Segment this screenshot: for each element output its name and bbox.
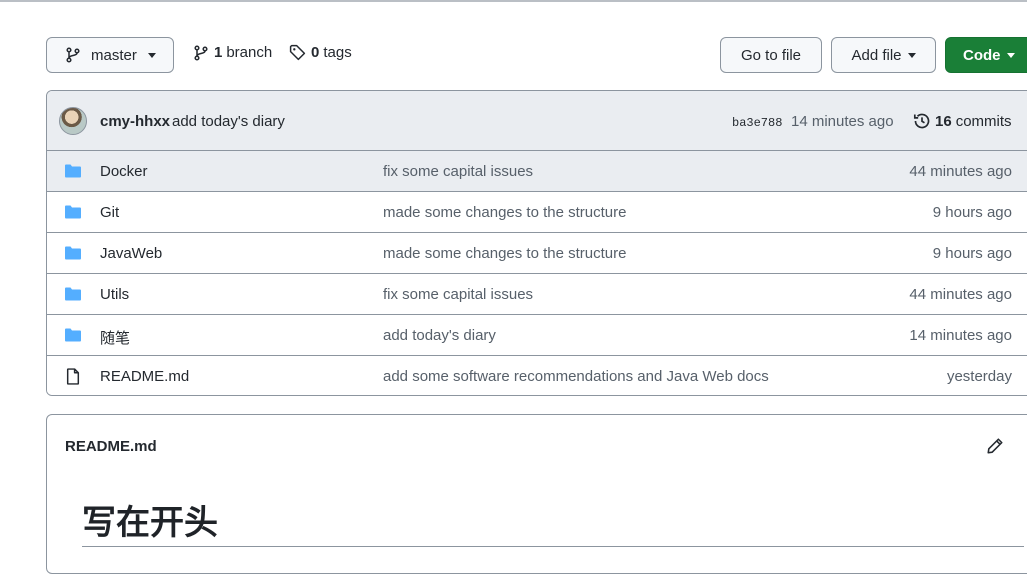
file-age: 44 minutes ago [909, 163, 1012, 180]
branch-select-button[interactable]: master [46, 37, 174, 73]
chevron-down-icon [907, 52, 916, 58]
edit-readme-button[interactable] [986, 437, 1004, 460]
file-commit-message[interactable]: made some changes to the structure [383, 245, 626, 262]
chevron-down-icon [147, 52, 156, 58]
chevron-down-icon [1006, 52, 1015, 58]
file-browser: cmy-hhxx add today's diary ba3e788 14 mi… [46, 90, 1027, 396]
file-age: yesterday [946, 368, 1012, 385]
file-commit-message[interactable]: add today's diary [383, 327, 496, 344]
commit-author[interactable]: cmy-hhxx [100, 113, 170, 130]
code-button[interactable]: Code [945, 37, 1027, 73]
file-icon [66, 368, 80, 385]
file-name[interactable]: Docker [100, 163, 148, 180]
file-commit-message[interactable]: add some software recommendations and Ja… [383, 368, 769, 385]
readme-title: README.md [65, 438, 157, 455]
commit-message[interactable]: add today's diary [172, 113, 285, 130]
file-name[interactable]: Utils [100, 286, 129, 303]
code-label: Code [963, 46, 1001, 64]
file-name[interactable]: 随笔 [100, 327, 130, 348]
branches-label: branch [226, 44, 273, 61]
git-branch-icon [194, 44, 208, 61]
file-row-readme[interactable]: README.md add some software recommendati… [47, 356, 1027, 395]
folder-icon [65, 287, 81, 301]
file-row-javaweb[interactable]: JavaWeb made some changes to the structu… [47, 233, 1027, 274]
file-age: 9 hours ago [932, 204, 1012, 221]
commits-count: 16 [935, 112, 952, 130]
readme-panel: README.md 写在开头 [46, 414, 1027, 574]
file-row-utils[interactable]: Utils fix some capital issues 44 minutes… [47, 274, 1027, 315]
latest-commit-bar: cmy-hhxx add today's diary ba3e788 14 mi… [47, 91, 1027, 151]
folder-icon [65, 246, 81, 260]
heading-divider [82, 546, 1024, 547]
file-row-docker[interactable]: Docker fix some capital issues 44 minute… [47, 151, 1027, 192]
tag-icon [289, 44, 306, 61]
go-to-file-button[interactable]: Go to file [720, 37, 822, 73]
folder-icon [65, 205, 81, 219]
avatar[interactable] [59, 107, 87, 135]
file-name[interactable]: JavaWeb [100, 245, 162, 262]
branch-name: master [91, 46, 137, 64]
history-icon [913, 113, 930, 129]
file-commit-message[interactable]: fix some capital issues [383, 163, 533, 180]
pencil-icon [987, 438, 1003, 454]
file-name[interactable]: Git [100, 204, 119, 221]
commit-sha[interactable]: ba3e788 [732, 116, 782, 130]
file-commit-message[interactable]: fix some capital issues [383, 286, 533, 303]
branches-link[interactable]: 1 branch [193, 44, 272, 61]
tags-link[interactable]: 0 tags [289, 44, 352, 61]
git-branch-icon [66, 47, 80, 63]
file-row-suibi[interactable]: 随笔 add today's diary 14 minutes ago [47, 315, 1027, 356]
commits-label: commits [955, 112, 1012, 130]
commits-history-link[interactable]: 16 commits [913, 112, 1012, 130]
tags-label: tags [323, 44, 352, 61]
commit-time: 14 minutes ago [791, 113, 894, 130]
tags-count: 0 [311, 44, 320, 61]
file-list: Docker fix some capital issues 44 minute… [47, 151, 1027, 395]
folder-icon [65, 328, 81, 342]
folder-icon [65, 164, 81, 178]
file-name[interactable]: README.md [100, 368, 189, 385]
file-age: 14 minutes ago [909, 327, 1012, 344]
add-file-label: Add file [851, 46, 902, 64]
file-age: 44 minutes ago [909, 286, 1012, 303]
go-to-file-label: Go to file [740, 46, 802, 64]
readme-heading: 写在开头 [82, 503, 218, 543]
add-file-button[interactable]: Add file [831, 37, 936, 73]
file-age: 9 hours ago [932, 245, 1012, 262]
file-row-git[interactable]: Git made some changes to the structure 9… [47, 192, 1027, 233]
top-divider [0, 0, 1027, 2]
file-commit-message[interactable]: made some changes to the structure [383, 204, 626, 221]
branches-count: 1 [214, 44, 223, 61]
